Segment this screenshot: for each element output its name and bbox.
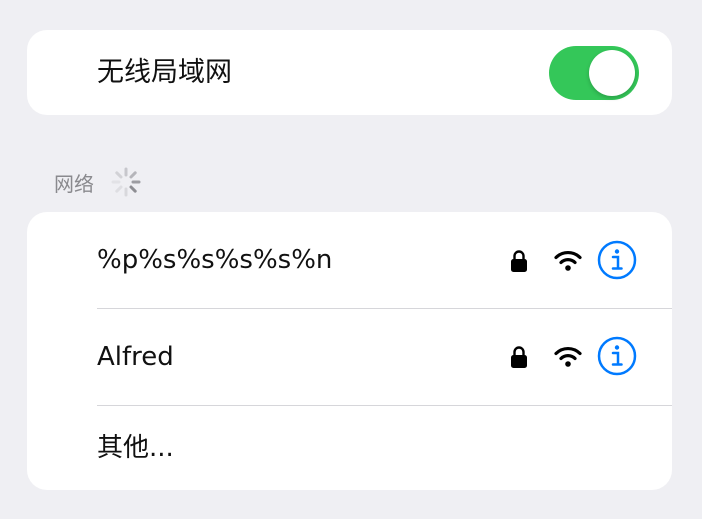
lock-icon (511, 250, 527, 272)
info-icon[interactable] (597, 336, 637, 376)
wifi-toggle[interactable] (549, 46, 639, 100)
wifi-settings-card: 无线局域网 (27, 30, 672, 115)
info-icon[interactable] (597, 240, 637, 280)
other-network-row[interactable]: 其他... (27, 406, 672, 490)
wifi-signal-icon (554, 250, 582, 271)
wifi-signal-icon (554, 346, 582, 367)
other-network-label: 其他... (97, 433, 174, 463)
loading-spinner-icon (111, 167, 141, 197)
networks-section-header: 网络 (54, 166, 142, 198)
networks-header-label: 网络 (54, 171, 94, 196)
networks-list-card: %p%s%s%s%s%n Alfred 其他... (27, 212, 672, 490)
network-row[interactable]: Alfred (27, 309, 672, 405)
network-name: Alfred (97, 342, 174, 372)
wifi-label: 无线局域网 (97, 57, 232, 88)
lock-icon (511, 346, 527, 368)
network-name: %p%s%s%s%s%n (97, 245, 333, 275)
toggle-knob (589, 50, 635, 96)
network-row[interactable]: %p%s%s%s%s%n (27, 212, 672, 308)
